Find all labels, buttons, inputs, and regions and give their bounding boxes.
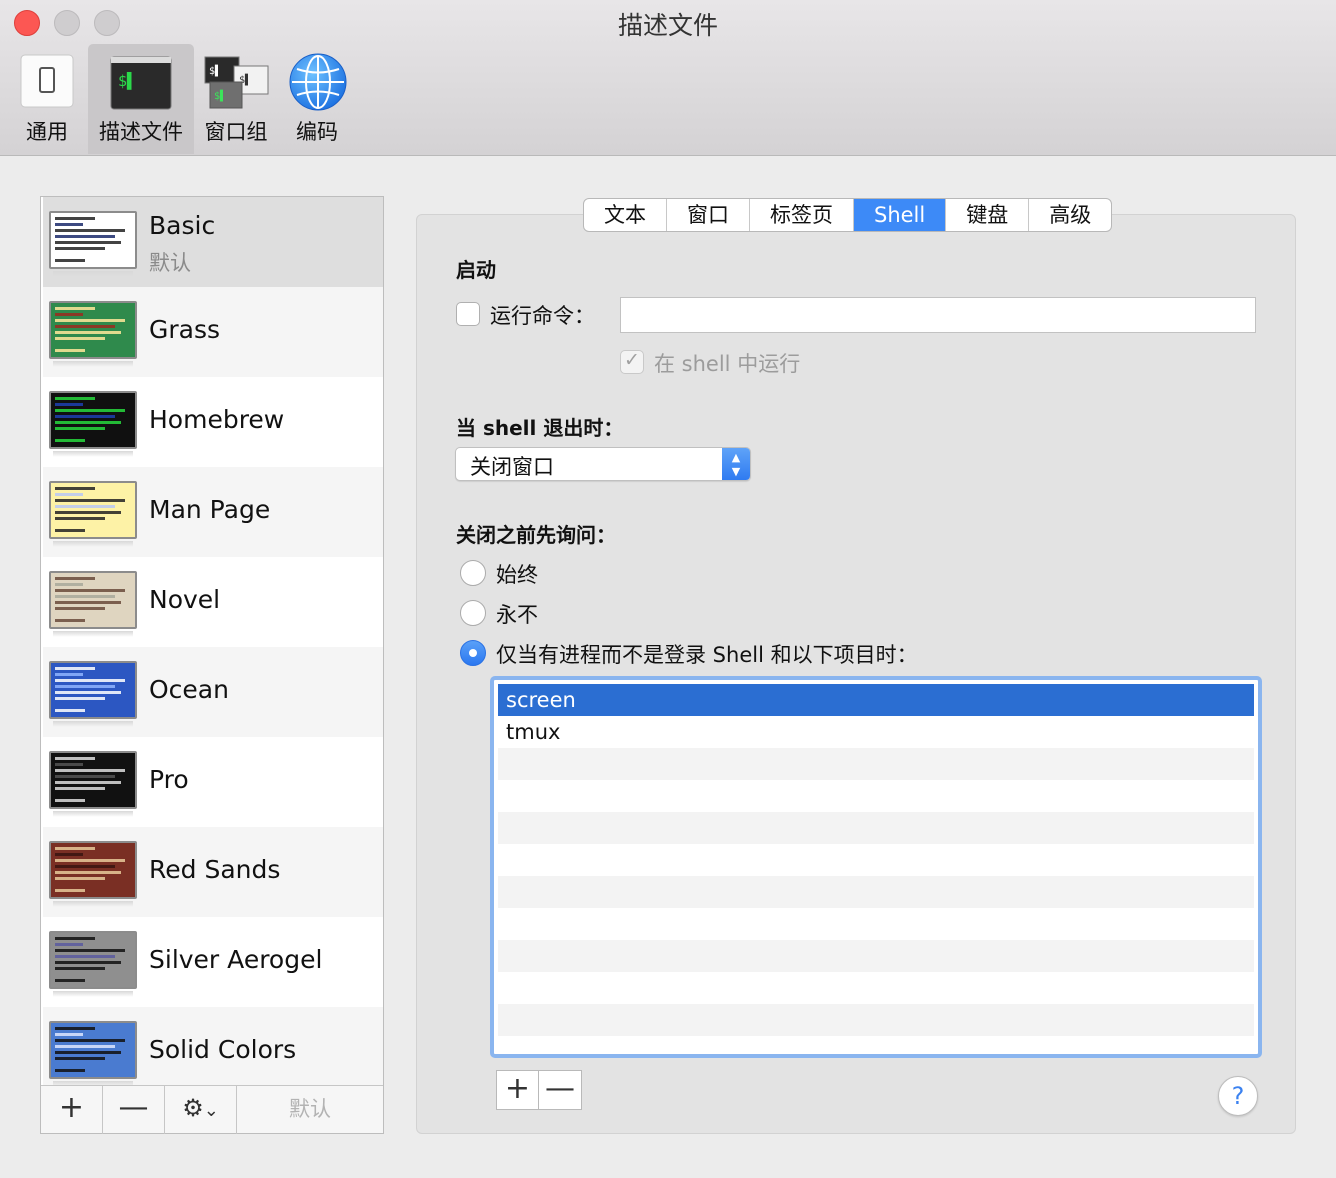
profile-preview-icon — [49, 661, 137, 719]
profile-item[interactable]: Basic 默认 — [43, 197, 383, 287]
radio-only-processes-label: 仅当有进程而不是登录 Shell 和以下项目时： — [496, 643, 918, 667]
profile-preview-icon — [49, 751, 137, 809]
toolbar-general[interactable]: 通用 — [14, 44, 80, 154]
process-list-empty-row[interactable] — [498, 748, 1254, 780]
profile-name: Solid Colors — [149, 1035, 297, 1064]
radio-always-label: 始终 — [496, 563, 538, 587]
profile-item[interactable]: Homebrew — [43, 377, 383, 467]
run-command-checkbox[interactable] — [456, 302, 480, 326]
globe-icon — [289, 53, 347, 111]
profile-item[interactable]: Ocean — [43, 647, 383, 737]
general-switch-icon — [20, 54, 74, 108]
profile-name: Basic — [149, 211, 216, 240]
profile-name: Novel — [149, 585, 221, 614]
radio-always[interactable] — [460, 560, 486, 586]
profile-item[interactable]: Grass — [43, 287, 383, 377]
on-exit-select[interactable]: 关闭窗口 ▲ ▼ — [455, 447, 751, 481]
profile-name: Man Page — [149, 495, 271, 524]
terminal-profile-icon: $▌ — [110, 56, 172, 110]
run-in-shell-label: 在 shell 中运行 — [654, 352, 801, 376]
tab-tabs[interactable]: 标签页 — [750, 199, 854, 231]
toolbar-window-groups-label: 窗口组 — [204, 120, 268, 144]
tab-shell[interactable]: Shell — [854, 199, 947, 231]
terminal-prompt-text: $▌ — [118, 71, 136, 90]
tab-keyboard[interactable]: 键盘 — [946, 199, 1030, 231]
radio-never[interactable] — [460, 600, 486, 626]
profile-preview-icon — [49, 1021, 137, 1079]
tab-advanced[interactable]: 高级 — [1029, 199, 1111, 231]
process-list-empty-row[interactable] — [498, 1004, 1254, 1036]
run-command-label: 运行命令： — [490, 304, 595, 328]
run-in-shell-checkbox[interactable] — [620, 349, 644, 374]
profile-item[interactable]: Red Sands — [43, 827, 383, 917]
toolbar-general-label: 通用 — [26, 120, 68, 144]
select-stepper-icon: ▲ ▼ — [722, 448, 750, 480]
profile-name: Grass — [149, 315, 221, 344]
on-exit-section-title: 当 shell 退出时： — [456, 416, 624, 440]
profile-preview-icon — [49, 301, 137, 359]
process-list-empty-row[interactable] — [498, 876, 1254, 908]
run-command-input[interactable] — [620, 297, 1256, 333]
profile-name: Red Sands — [149, 855, 281, 884]
profile-item[interactable]: Man Page — [43, 467, 383, 557]
process-list[interactable]: screen tmux — [490, 676, 1262, 1058]
profile-preview-icon — [49, 571, 137, 629]
tab-window[interactable]: 窗口 — [667, 199, 750, 231]
toolbar-profiles-label: 描述文件 — [99, 120, 183, 144]
radio-only-processes[interactable] — [460, 640, 486, 666]
profile-preview-icon — [49, 391, 137, 449]
process-list-empty-row[interactable] — [498, 972, 1254, 1004]
profile-list-toolbar: + — ⚙⌄ 默认 — [41, 1085, 383, 1134]
toolbar-profiles[interactable]: $▌ 描述文件 — [88, 44, 194, 154]
startup-section-title: 启动 — [456, 258, 496, 282]
profile-item[interactable]: Silver Aerogel — [43, 917, 383, 1007]
process-list-empty-row[interactable] — [498, 940, 1254, 972]
process-list-empty-row[interactable] — [498, 908, 1254, 940]
profile-actions-menu-button[interactable]: ⚙⌄ — [165, 1086, 237, 1134]
profile-name: Ocean — [149, 675, 229, 704]
gear-icon: ⚙ — [182, 1094, 204, 1122]
tab-text[interactable]: 文本 — [584, 199, 667, 231]
svg-text:$▌: $▌ — [209, 64, 221, 77]
window-toolbar: 描述文件 通用 $▌ 描述文件 $▌ $▌ $▌ 窗口组 编码 — [0, 0, 1336, 156]
profile-name: Silver Aerogel — [149, 945, 323, 974]
chevron-down-icon: ⌄ — [203, 1100, 219, 1121]
set-default-button[interactable]: 默认 — [237, 1086, 383, 1134]
ask-before-close-title: 关闭之前先询问： — [456, 523, 616, 547]
remove-process-button[interactable]: — — [539, 1071, 581, 1109]
toolbar-window-groups[interactable]: $▌ $▌ $▌ 窗口组 — [200, 44, 272, 154]
process-list-buttons: + — — [496, 1070, 582, 1110]
profile-item[interactable]: Pro — [43, 737, 383, 827]
toolbar-encodings[interactable]: 编码 — [284, 44, 350, 154]
profile-preview-icon — [49, 931, 137, 989]
help-button[interactable]: ? — [1218, 1076, 1258, 1116]
window-groups-icon: $▌ $▌ $▌ — [204, 56, 269, 109]
toolbar-encodings-label: 编码 — [296, 120, 338, 144]
profile-preview-icon — [49, 481, 137, 539]
on-exit-selected-value: 关闭窗口 — [470, 455, 554, 479]
profile-preview-icon — [49, 211, 137, 269]
process-list-empty-row[interactable] — [498, 812, 1254, 844]
profile-name: Pro — [149, 765, 189, 794]
process-list-item[interactable]: screen — [498, 684, 1254, 716]
radio-never-label: 永不 — [496, 603, 538, 627]
process-list-empty-row[interactable] — [498, 780, 1254, 812]
profile-item[interactable]: Novel — [43, 557, 383, 647]
process-list-item[interactable]: tmux — [498, 716, 1254, 748]
remove-profile-button[interactable]: — — [103, 1086, 165, 1134]
window-title: 描述文件 — [617, 11, 718, 40]
profile-item[interactable]: Solid Colors — [43, 1007, 383, 1097]
add-process-button[interactable]: + — [497, 1071, 539, 1109]
svg-text:$▌: $▌ — [214, 89, 226, 102]
profile-default-badge: 默认 — [149, 251, 191, 275]
settings-tabs: 文本 窗口 标签页 Shell 键盘 高级 — [583, 198, 1113, 232]
profile-name: Homebrew — [149, 405, 285, 434]
profile-preview-icon — [49, 841, 137, 899]
profile-list[interactable]: Basic 默认 Grass Homebrew Man Page Novel Ocean Pr… — [40, 196, 384, 1134]
add-profile-button[interactable]: + — [41, 1086, 103, 1134]
process-list-empty-row[interactable] — [498, 844, 1254, 876]
